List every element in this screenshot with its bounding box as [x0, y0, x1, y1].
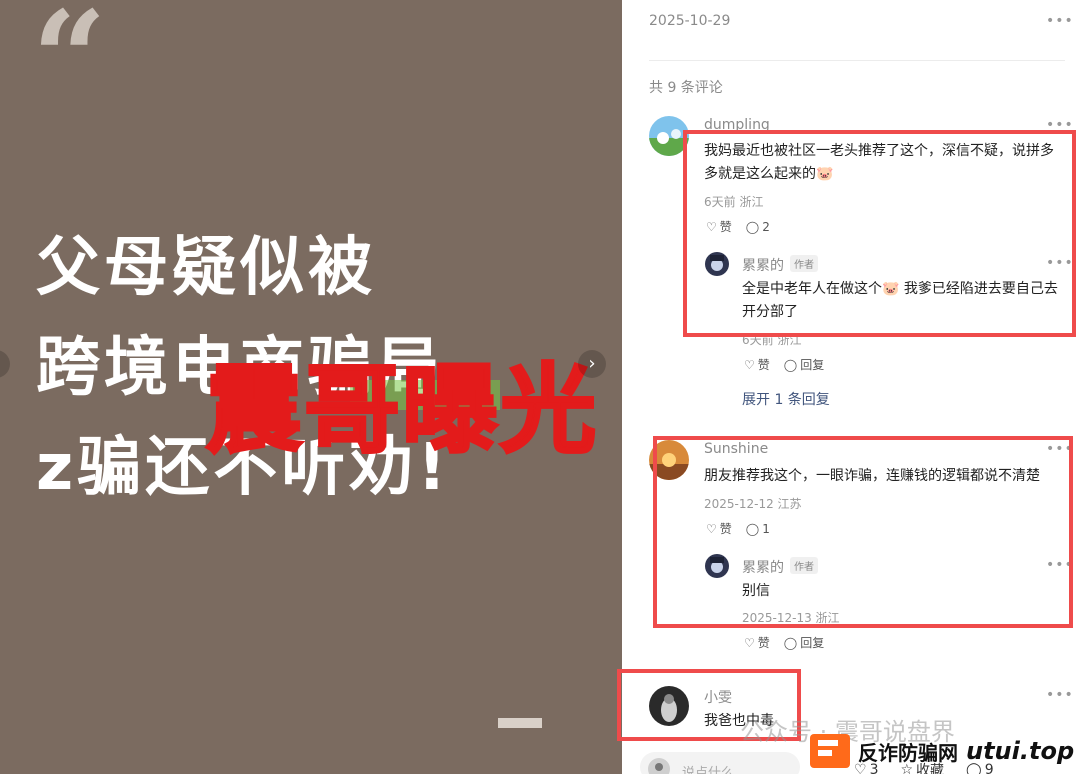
reply-actions: ♡ 赞 ◯ 回复 [744, 634, 824, 651]
comment-count: 共 9 条评论 [649, 80, 723, 96]
more-options-icon[interactable]: ••• [1046, 13, 1074, 29]
post-image[interactable]: “ 父母疑似被 跨境电商骗局 z骗还不听劝! 震哥曝光 › [0, 0, 622, 774]
brand-domain: utui.top [966, 737, 1075, 765]
reply-button[interactable]: ◯ 回复 [784, 356, 824, 373]
chevron-right-icon: › [588, 353, 596, 374]
divider [649, 60, 1065, 61]
prev-image-button[interactable] [0, 350, 10, 378]
like-button[interactable]: ♡ 赞 [744, 356, 770, 373]
current-user-avatar [648, 758, 670, 774]
expand-replies-link[interactable]: 展开 1 条回复 [742, 389, 830, 409]
reply-actions: ♡ 赞 ◯ 回复 [744, 356, 824, 373]
highlight-box [683, 130, 1076, 337]
quote-mark-icon: “ [32, 0, 107, 135]
brand-watermark: 反诈防骗网 utui.top [810, 733, 1074, 769]
brand-logo-icon [810, 734, 850, 768]
reply-button[interactable]: ◯ 回复 [784, 634, 824, 651]
heart-icon: ♡ [744, 635, 755, 650]
comments-panel: 2025-10-29 ••• 共 9 条评论 dumpling ••• 我妈最近… [622, 0, 1080, 774]
headline-line-1: 父母疑似被 [36, 231, 376, 305]
highlight-box [653, 436, 1073, 628]
comment-bubble-icon: ◯ [783, 635, 798, 650]
comment-input-placeholder: 说点什么... [682, 766, 747, 774]
like-button[interactable]: ♡ 赞 [744, 634, 770, 651]
post-date: 2025-10-29 [649, 13, 731, 29]
image-page-indicator [498, 718, 542, 728]
heart-icon: ♡ [744, 357, 755, 372]
brand-name-cn: 反诈防骗网 [858, 740, 958, 765]
overlay-stamp: 震哥曝光 [205, 354, 598, 466]
next-image-button[interactable]: › [578, 350, 606, 378]
more-options-icon[interactable]: ••• [1046, 687, 1074, 703]
comment-bubble-icon: ◯ [783, 357, 798, 372]
